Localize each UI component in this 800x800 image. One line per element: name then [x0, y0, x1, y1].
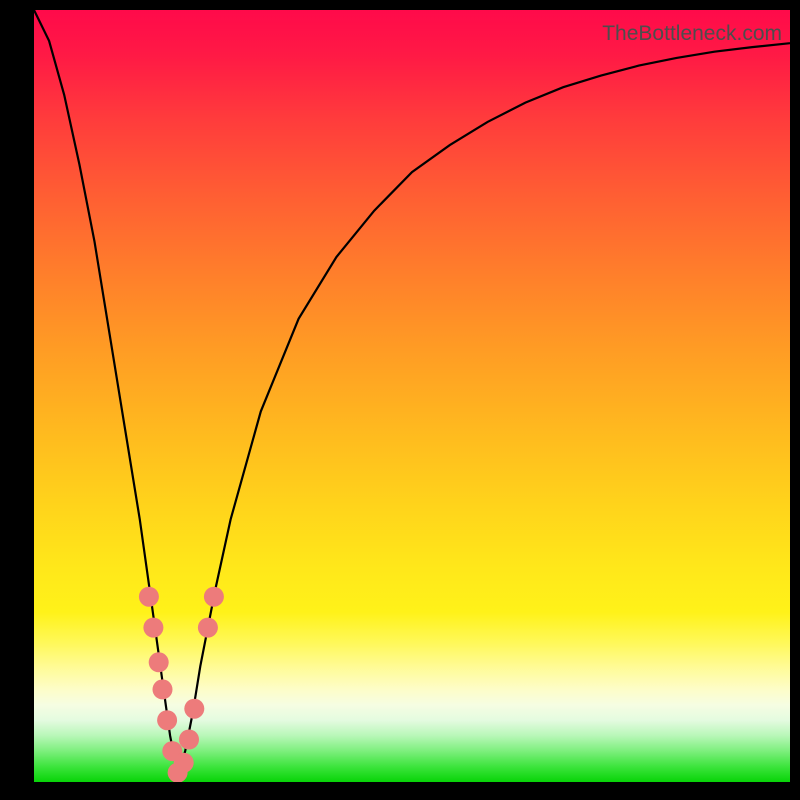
data-marker [184, 699, 204, 719]
bottleneck-curve [34, 10, 790, 774]
plot-area: TheBottleneck.com [34, 10, 790, 782]
data-marker [139, 587, 159, 607]
data-marker [198, 618, 218, 638]
attribution-watermark: TheBottleneck.com [602, 22, 782, 46]
chart-frame: TheBottleneck.com [0, 0, 800, 800]
curve-layer [34, 10, 790, 782]
data-marker [204, 587, 224, 607]
data-marker [153, 679, 173, 699]
data-marker [157, 710, 177, 730]
data-marker [149, 652, 169, 672]
data-marker [174, 753, 194, 773]
data-marker [179, 730, 199, 750]
data-marker [143, 618, 163, 638]
